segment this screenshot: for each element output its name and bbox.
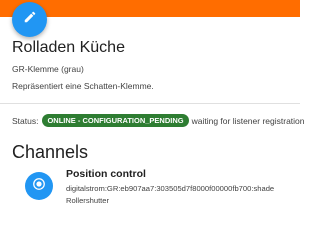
channel-uid: digitalstrom:GR:eb907aa7:303505d7f8000f0…: [66, 184, 275, 193]
edit-button[interactable]: [12, 2, 47, 37]
status-label: Status:: [12, 115, 39, 126]
target-icon: [32, 177, 46, 196]
status-badge: ONLINE - CONFIGURATION_PENDING: [42, 114, 189, 127]
status-detail: waiting for listener registration: [191, 115, 305, 126]
channel-icon-button[interactable]: [25, 172, 53, 200]
thing-type-label: GR-Klemme (grau): [12, 64, 84, 74]
thing-title: Rolladen Küche: [12, 39, 125, 56]
channel-item-type: Rollershutter: [66, 196, 110, 205]
channels-heading: Channels: [12, 142, 89, 162]
status-row: Status: ONLINE - CONFIGURATION_PENDING w…: [12, 114, 305, 127]
thing-description: Repräsentiert eine Schatten-Klemme.: [12, 81, 154, 91]
divider: [0, 103, 300, 104]
pencil-icon: [23, 10, 37, 29]
channel-title[interactable]: Position control: [66, 168, 146, 180]
